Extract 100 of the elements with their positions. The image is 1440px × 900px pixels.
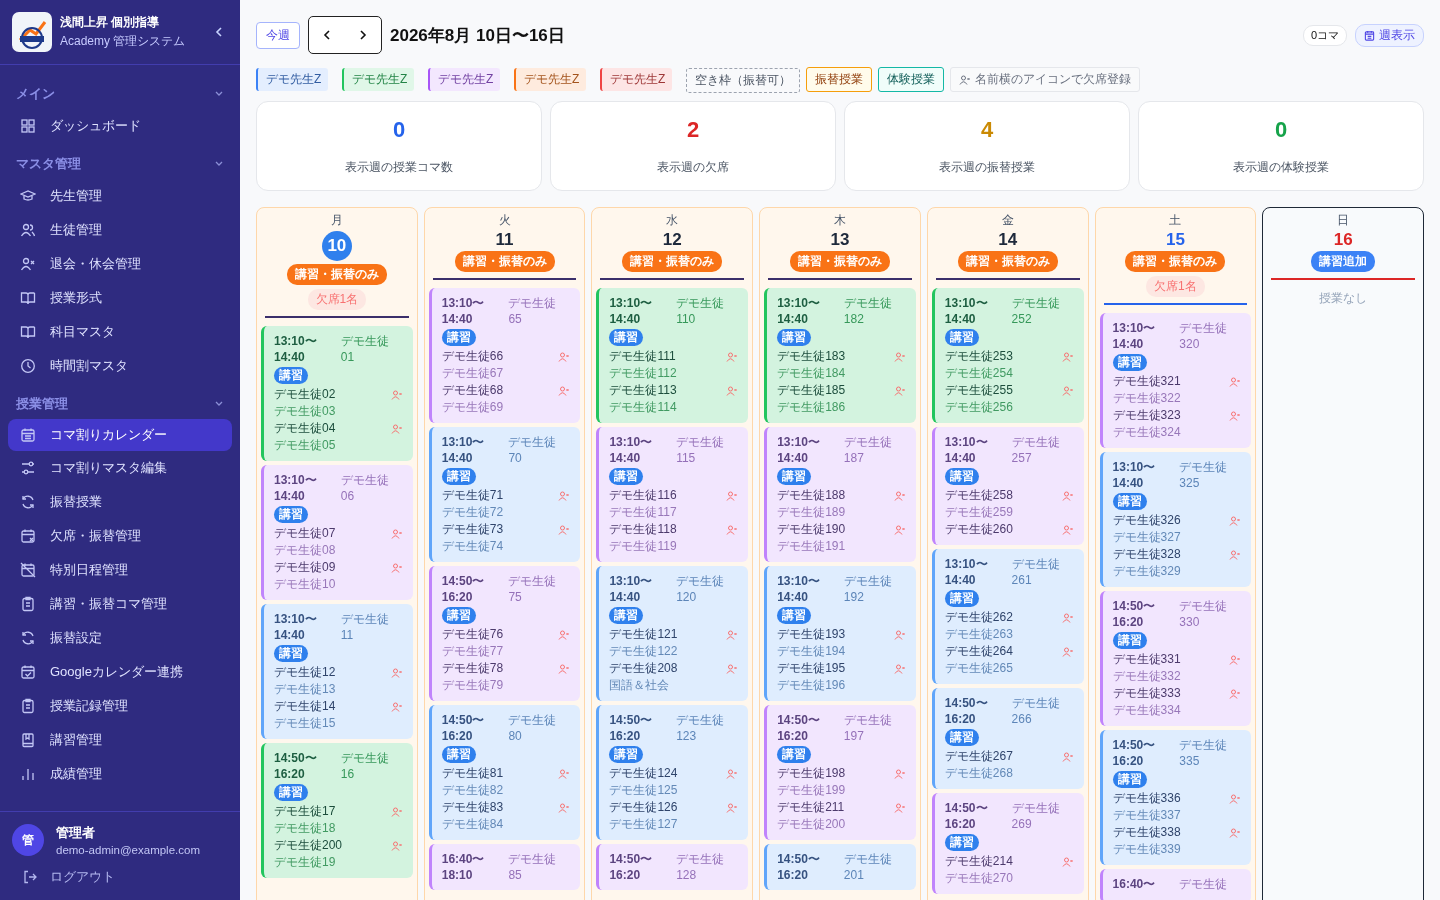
absence-register-icon[interactable] — [893, 628, 906, 641]
absence-register-icon[interactable] — [1229, 514, 1242, 527]
absence-register-icon[interactable] — [558, 523, 571, 536]
absence-register-icon[interactable] — [390, 388, 403, 401]
absence-register-icon[interactable] — [1061, 645, 1074, 658]
absence-register-icon[interactable] — [893, 489, 906, 502]
lesson-card[interactable]: 13:10〜 14:40 デモ生徒65 講習 デモ生徒66 デモ生徒67 デモ生徒68 デモ生徒69 — [428, 288, 581, 423]
nav-item[interactable]: 時間割マスタ — [8, 349, 232, 383]
lesson-card[interactable]: 13:10〜 14:40 デモ生徒257 講習 デモ生徒258 デモ生徒259 デモ生徒260 — [931, 427, 1084, 545]
lesson-card[interactable]: 13:10〜 14:40 デモ生徒11 講習 デモ生徒12 デモ生徒13 デモ生徒14 デモ生徒15 — [261, 604, 413, 739]
lesson-card[interactable]: 13:10〜 14:40 デモ生徒182 講習 デモ生徒183 デモ生徒184 デモ生徒185 デモ生徒186 — [764, 288, 916, 423]
lesson-card[interactable]: 16:40〜 18:10 デモ生徒85 — [428, 844, 581, 890]
nav-item[interactable]: 振替設定 — [8, 621, 232, 655]
absence-register-icon[interactable] — [1061, 489, 1074, 502]
absence-register-icon[interactable] — [558, 350, 571, 363]
absence-register-icon[interactable] — [390, 422, 403, 435]
absence-register-icon[interactable] — [1061, 750, 1074, 763]
nav-item[interactable]: 先生管理 — [8, 179, 232, 213]
nav-item[interactable]: 生徒管理 — [8, 213, 232, 247]
absence-register-icon[interactable] — [1229, 653, 1242, 666]
absence-register-icon[interactable] — [726, 662, 739, 675]
absence-register-icon[interactable] — [1229, 826, 1242, 839]
lesson-card[interactable]: 14:50〜 16:20 デモ生徒16 講習 デモ生徒17 デモ生徒18 デモ生徒200 デモ生徒19 — [261, 743, 413, 878]
absence-register-icon[interactable] — [390, 839, 403, 852]
logout-link[interactable]: ログアウト — [12, 868, 228, 886]
absence-register-icon[interactable] — [1229, 409, 1242, 422]
lesson-card[interactable]: 13:10〜 14:40 デモ生徒325 講習 デモ生徒326 デモ生徒327 デモ生徒328 デモ生徒329 — [1099, 452, 1252, 587]
lesson-card[interactable]: 14:50〜 16:20 デモ生徒197 講習 デモ生徒198 デモ生徒199 デモ生徒211 デモ生徒200 — [764, 705, 916, 840]
absence-register-icon[interactable] — [726, 767, 739, 780]
lesson-card[interactable]: 13:10〜 14:40 デモ生徒252 講習 デモ生徒253 デモ生徒254 デモ生徒255 デモ生徒256 — [931, 288, 1084, 423]
absence-register-icon[interactable] — [558, 628, 571, 641]
absence-register-icon[interactable] — [390, 700, 403, 713]
this-week-button[interactable]: 今週 — [256, 21, 300, 49]
absence-register-icon[interactable] — [893, 801, 906, 814]
nav-item[interactable]: 振替授業 — [8, 485, 232, 519]
nav-item[interactable]: 欠席・振替管理 — [8, 519, 232, 553]
lesson-card[interactable]: 16:40〜 デモ生徒 — [1099, 869, 1252, 900]
day-column[interactable]: 日 16 講習追加 授業なし — [1262, 207, 1424, 900]
lesson-card[interactable]: 13:10〜 14:40 デモ生徒192 講習 デモ生徒193 デモ生徒194 デモ生徒195 デモ生徒196 — [764, 566, 916, 701]
nav-item[interactable]: ダッシュボード — [8, 109, 232, 143]
day-column[interactable] — [256, 207, 418, 900]
lesson-card[interactable]: 14:50〜 16:20 デモ生徒201 — [764, 844, 916, 890]
lesson-card[interactable]: 13:10〜 14:40 デモ生徒120 講習 デモ生徒121 デモ生徒122 デモ生徒208 国語＆社会 — [596, 566, 749, 701]
day-column[interactable] — [1094, 207, 1257, 900]
week-view-button[interactable]: 週表示 — [1355, 23, 1424, 47]
lesson-card[interactable]: 13:10〜 14:40 デモ生徒06 講習 デモ生徒07 デモ生徒08 デモ生徒09 デモ生徒10 — [261, 465, 413, 600]
nav-item[interactable]: 講習管理 — [8, 723, 232, 757]
absence-register-icon[interactable] — [390, 805, 403, 818]
absence-register-icon[interactable] — [726, 384, 739, 397]
nav-item[interactable]: 講習・振替コマ管理 — [8, 587, 232, 621]
chevron-icon[interactable] — [214, 160, 224, 168]
lesson-card[interactable]: 13:10〜 14:40 デモ生徒261 講習 デモ生徒262 デモ生徒263 デモ生徒264 デモ生徒265 — [931, 549, 1084, 684]
absence-register-icon[interactable] — [558, 801, 571, 814]
nav-item[interactable]: 特別日程管理 — [8, 553, 232, 587]
nav-item[interactable]: 授業形式 — [8, 281, 232, 315]
nav-item[interactable]: 退会・休会管理 — [8, 247, 232, 281]
nav-item[interactable]: 授業記録管理 — [8, 689, 232, 723]
absence-register-icon[interactable] — [390, 527, 403, 540]
absence-register-icon[interactable] — [1061, 855, 1074, 868]
absence-register-icon[interactable] — [893, 767, 906, 780]
absence-register-icon[interactable] — [1061, 523, 1074, 536]
absence-register-icon[interactable] — [893, 523, 906, 536]
absence-register-icon[interactable] — [1229, 548, 1242, 561]
lesson-card[interactable]: 13:10〜 14:40 デモ生徒01 講習 デモ生徒02 デモ生徒03 デモ生徒04 デモ生徒05 — [261, 326, 413, 461]
day-column[interactable] — [591, 207, 754, 900]
lesson-card[interactable]: 14:50〜 16:20 デモ生徒75 講習 デモ生徒76 デモ生徒77 デモ生徒78 デモ生徒79 — [428, 566, 581, 701]
nav-item[interactable]: コマ割りカレンダー — [8, 419, 232, 451]
lesson-card[interactable]: 14:50〜 16:20 デモ生徒123 講習 デモ生徒124 デモ生徒125 デモ生徒126 デモ生徒127 — [596, 705, 749, 840]
nav-item[interactable]: 成績管理 — [8, 757, 232, 791]
absence-register-icon[interactable] — [558, 662, 571, 675]
day-column[interactable] — [423, 207, 586, 900]
day-column[interactable] — [926, 207, 1089, 900]
lesson-card[interactable]: 14:50〜 16:20 デモ生徒269 講習 デモ生徒214 デモ生徒270 — [931, 793, 1084, 894]
lesson-card[interactable]: 14:50〜 16:20 デモ生徒330 講習 デモ生徒331 デモ生徒332 デモ生徒333 デモ生徒334 — [1099, 591, 1252, 726]
day-column[interactable] — [759, 207, 921, 900]
nav-item[interactable]: コマ割りマスタ編集 — [8, 451, 232, 485]
absence-register-icon[interactable] — [558, 767, 571, 780]
chevron-icon[interactable] — [214, 90, 224, 98]
absence-register-icon[interactable] — [726, 628, 739, 641]
absence-register-icon[interactable] — [726, 523, 739, 536]
nav-item[interactable]: 科目マスタ — [8, 315, 232, 349]
absence-register-icon[interactable] — [893, 662, 906, 675]
absence-register-icon[interactable] — [1061, 611, 1074, 624]
absence-register-icon[interactable] — [893, 350, 906, 363]
lesson-card[interactable]: 13:10〜 14:40 デモ生徒110 講習 デモ生徒111 デモ生徒112 デモ生徒113 デモ生徒114 — [596, 288, 749, 423]
nav-item[interactable]: Googleカレンダー連携 — [8, 655, 232, 689]
absence-register-icon[interactable] — [558, 489, 571, 502]
absence-register-icon[interactable] — [1061, 384, 1074, 397]
lesson-card[interactable]: 14:50〜 16:20 デモ生徒128 — [596, 844, 749, 890]
absence-register-icon[interactable] — [726, 489, 739, 502]
lesson-card[interactable]: 13:10〜 14:40 デモ生徒320 講習 デモ生徒321 デモ生徒322 デモ生徒323 デモ生徒324 — [1099, 313, 1252, 448]
absence-register-icon[interactable] — [1229, 792, 1242, 805]
lesson-card[interactable]: 13:10〜 14:40 デモ生徒70 講習 デモ生徒71 デモ生徒72 デモ生徒73 デモ生徒74 — [428, 427, 581, 562]
lesson-card[interactable]: 13:10〜 14:40 デモ生徒187 講習 デモ生徒188 デモ生徒189 デモ生徒190 デモ生徒191 — [764, 427, 916, 562]
absence-register-icon[interactable] — [1229, 375, 1242, 388]
chevron-icon[interactable] — [214, 400, 224, 408]
lesson-card[interactable]: 14:50〜 16:20 デモ生徒335 講習 デモ生徒336 デモ生徒337 デモ生徒338 デモ生徒339 — [1099, 730, 1252, 865]
absence-register-icon[interactable] — [726, 350, 739, 363]
absence-register-icon[interactable] — [390, 561, 403, 574]
absence-register-icon[interactable] — [893, 384, 906, 397]
